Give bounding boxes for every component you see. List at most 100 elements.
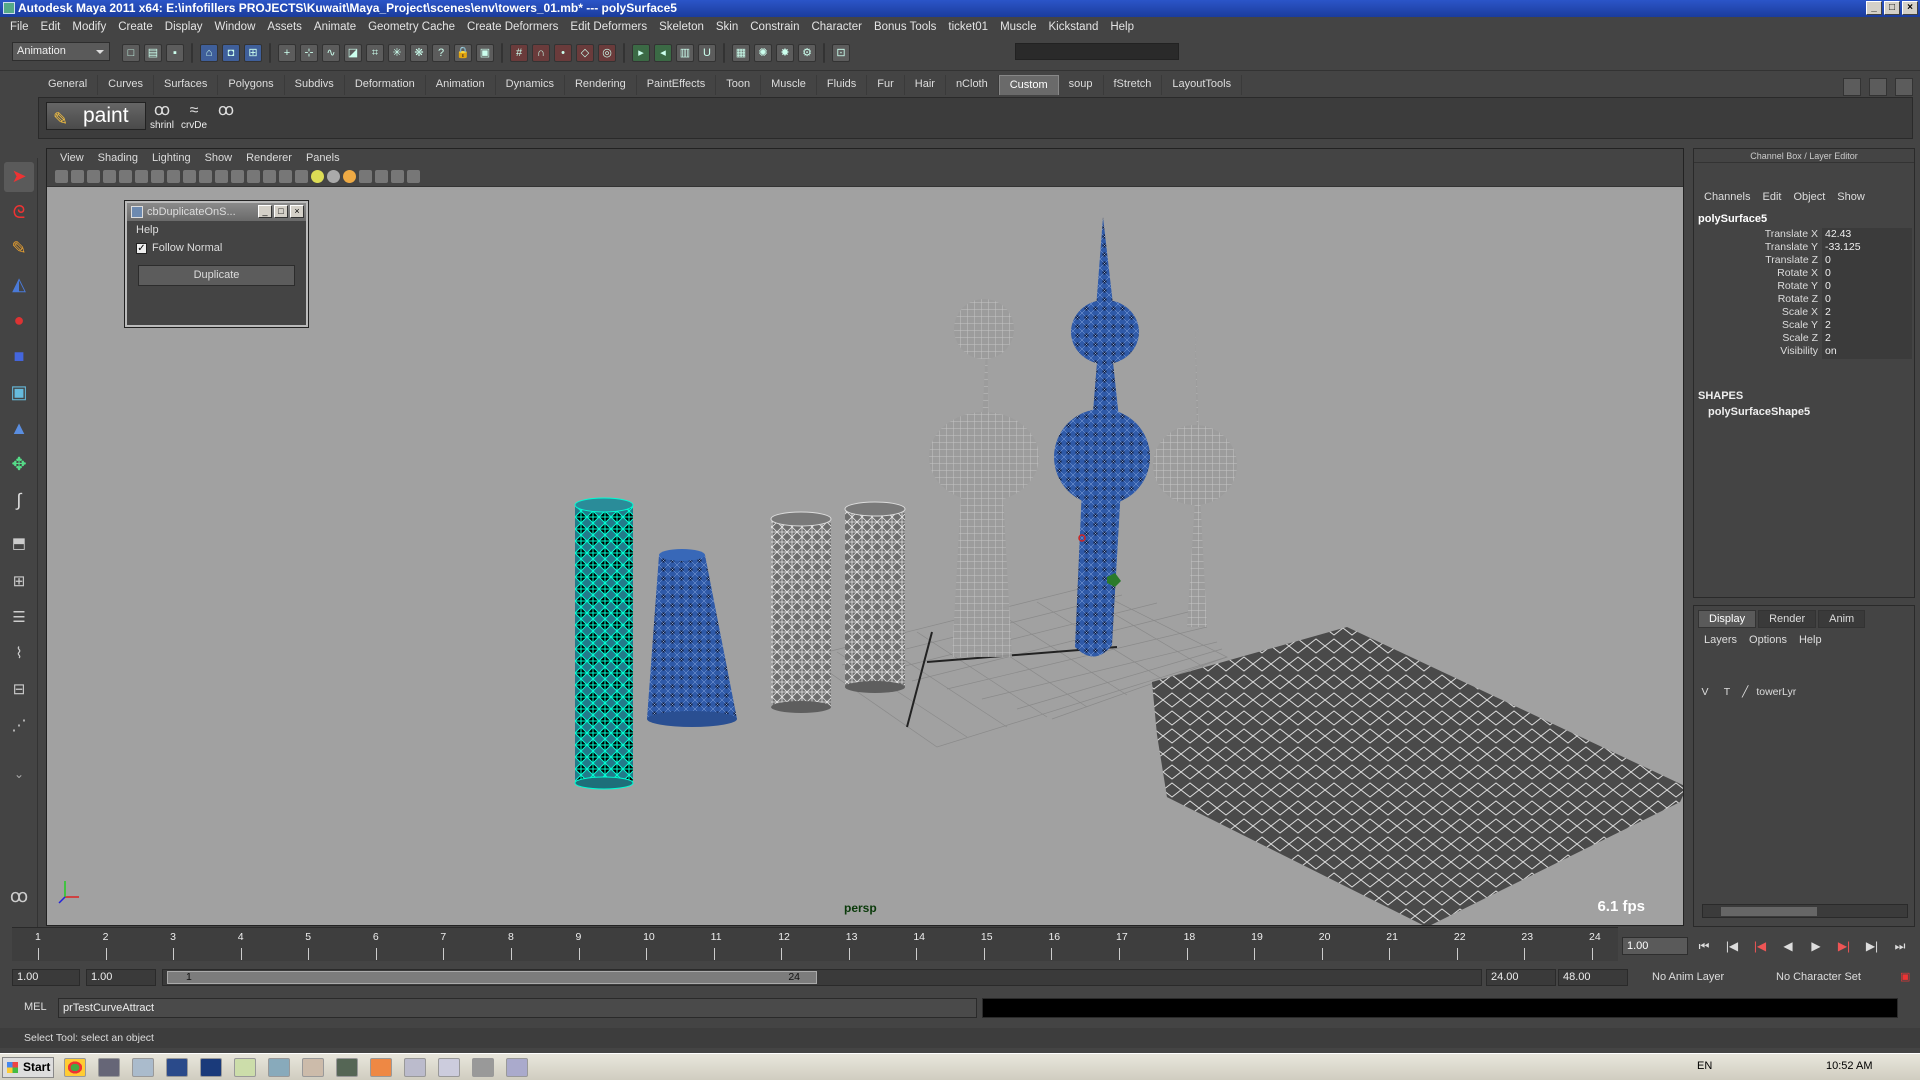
camera-icon[interactable] [55, 170, 68, 183]
lasso-tool-icon[interactable]: ᘓ [4, 198, 34, 228]
viewport-menu-lighting[interactable]: Lighting [145, 152, 198, 164]
snap-point-icon[interactable]: • [554, 44, 572, 62]
attribute-value[interactable]: 2 [1822, 332, 1912, 346]
dialog-close-button[interactable]: × [290, 205, 304, 218]
go-to-end-icon[interactable]: ⏭ [1890, 939, 1910, 954]
menu-modify[interactable]: Modify [66, 21, 112, 33]
soft-mod-tool-icon[interactable]: ▲ [4, 414, 34, 444]
camera-attributes-icon[interactable] [71, 170, 84, 183]
channel-box-menu-edit[interactable]: Edit [1756, 191, 1787, 203]
menu-skin[interactable]: Skin [710, 21, 744, 33]
output-ops-icon[interactable]: ◂ [654, 44, 672, 62]
menu-create[interactable]: Create [112, 21, 159, 33]
move-tool-icon[interactable]: ◭ [4, 270, 34, 300]
menu-assets[interactable]: Assets [261, 21, 308, 33]
play-forwards-icon[interactable]: ▶ [1806, 939, 1826, 954]
menu-file[interactable]: File [4, 21, 35, 33]
layer-menu-help[interactable]: Help [1793, 634, 1828, 646]
dialog-titlebar[interactable]: cbDuplicateOnS... _ □ × [127, 203, 306, 221]
lock-selection-icon[interactable]: 🔒 [454, 44, 472, 62]
channel-box-menu-show[interactable]: Show [1831, 191, 1871, 203]
shelf-tab-fstretch[interactable]: fStretch [1104, 75, 1163, 95]
bounding-box-icon[interactable] [263, 170, 276, 183]
maya-taskbar-icon[interactable] [132, 1058, 154, 1077]
shelf-tab-custom[interactable]: Custom [998, 75, 1059, 95]
shelf-tab-animation[interactable]: Animation [426, 75, 496, 95]
layer-visibility-toggle[interactable]: V [1698, 686, 1712, 698]
playback-start-field[interactable]: 1.00 [86, 969, 156, 986]
menu-kickstand[interactable]: Kickstand [1043, 21, 1105, 33]
current-frame-field[interactable]: 1.00 [1622, 937, 1688, 955]
step-forward-frame-icon[interactable]: ▶| [1862, 939, 1882, 954]
chrome-icon[interactable] [64, 1058, 86, 1077]
render-view-icon[interactable]: ▦ [732, 44, 750, 62]
calculator-icon[interactable] [472, 1058, 494, 1077]
show-manipulator-icon[interactable]: ✥ [4, 450, 34, 480]
layer-menu-layers[interactable]: Layers [1698, 634, 1743, 646]
window-icon[interactable] [506, 1058, 528, 1077]
attribute-value[interactable]: 2 [1822, 319, 1912, 333]
scrollbar-thumb[interactable] [1721, 907, 1817, 916]
shelf-tab-fluids[interactable]: Fluids [817, 75, 868, 95]
default-lighting-icon[interactable] [311, 170, 324, 183]
layout-graph-editor-icon[interactable]: ⋰ [4, 712, 34, 742]
textured-icon[interactable] [167, 170, 180, 183]
render-current-icon[interactable]: ✺ [754, 44, 772, 62]
shelf-tab-toon[interactable]: Toon [716, 75, 762, 95]
quick-select-icon[interactable]: ⊡ [832, 44, 850, 62]
layer-type-toggle[interactable]: T [1720, 686, 1734, 698]
document-icon[interactable] [404, 1058, 426, 1077]
menu-character[interactable]: Character [805, 21, 868, 33]
shelf-tab-ncloth[interactable]: nCloth [946, 75, 999, 95]
paint-shelf-button[interactable]: ✎ paint [46, 102, 146, 130]
make-live-icon[interactable]: ◎ [598, 44, 616, 62]
mask-curves-icon[interactable]: ∿ [322, 44, 340, 62]
menu-ticket01[interactable]: ticket01 [942, 21, 994, 33]
mask-misc-icon[interactable]: ? [432, 44, 450, 62]
range-slider[interactable]: 1 24 [162, 969, 1482, 986]
viewport-menu-show[interactable]: Show [198, 152, 240, 164]
channel-box-menu-object[interactable]: Object [1787, 191, 1831, 203]
animation-end-field[interactable]: 48.00 [1558, 969, 1628, 986]
scale-tool-icon[interactable]: ■ [4, 342, 34, 372]
layout-four-icon[interactable]: ⊞ [4, 568, 34, 598]
viewport-menu-shading[interactable]: Shading [91, 152, 145, 164]
last-tool-icon[interactable]: ∫ [4, 486, 34, 516]
select-tool-icon[interactable]: ➤ [4, 162, 34, 192]
viewport-menu-panels[interactable]: Panels [299, 152, 347, 164]
save-scene-icon[interactable]: ▪ [166, 44, 184, 62]
start-button[interactable]: Start [2, 1057, 54, 1078]
snap-curve-icon[interactable]: ∩ [532, 44, 550, 62]
animation-start-field[interactable]: 1.00 [12, 969, 80, 986]
film-gate-icon[interactable] [375, 170, 388, 183]
script-editor-icon[interactable]: ꝏ [4, 882, 34, 912]
render-settings-icon[interactable]: ⚙ [798, 44, 816, 62]
layer-menu-options[interactable]: Options [1743, 634, 1793, 646]
channel-box-menu-channels[interactable]: Channels [1698, 191, 1756, 203]
terminal-icon[interactable] [336, 1058, 358, 1077]
xray-icon[interactable] [199, 170, 212, 183]
toolbox-more-icon[interactable]: ⌄ [4, 760, 34, 790]
folder-icon[interactable] [234, 1058, 256, 1077]
selected-object-name[interactable]: polySurface5 [1698, 213, 1767, 225]
attribute-row[interactable]: Visibility on [1694, 345, 1914, 359]
menu-skeleton[interactable]: Skeleton [653, 21, 710, 33]
layer-row[interactable]: V T ╱ towerLyr [1698, 683, 1912, 701]
menu-muscle[interactable]: Muscle [994, 21, 1042, 33]
shelf-tab-muscle[interactable]: Muscle [761, 75, 817, 95]
open-scene-icon[interactable]: ▤ [144, 44, 162, 62]
hud-icon[interactable] [359, 170, 372, 183]
bookmark-icon[interactable] [87, 170, 100, 183]
attribute-row[interactable]: Translate X 42.43 [1694, 228, 1914, 242]
attribute-value[interactable]: 42.43 [1822, 228, 1912, 242]
mask-surfaces-icon[interactable]: ◪ [344, 44, 362, 62]
attribute-value[interactable]: 0 [1822, 254, 1912, 268]
language-indicator[interactable]: EN [1697, 1060, 1712, 1072]
attribute-row[interactable]: Scale Z 2 [1694, 332, 1914, 346]
layout-outliner-icon[interactable]: ☰ [4, 604, 34, 634]
paint-select-tool-icon[interactable]: ✎ [4, 234, 34, 264]
viewport-menu-renderer[interactable]: Renderer [239, 152, 299, 164]
attribute-row[interactable]: Translate Y -33.125 [1694, 241, 1914, 255]
range-slider-thumb[interactable]: 1 24 [167, 971, 817, 984]
safe-action-icon[interactable] [391, 170, 404, 183]
